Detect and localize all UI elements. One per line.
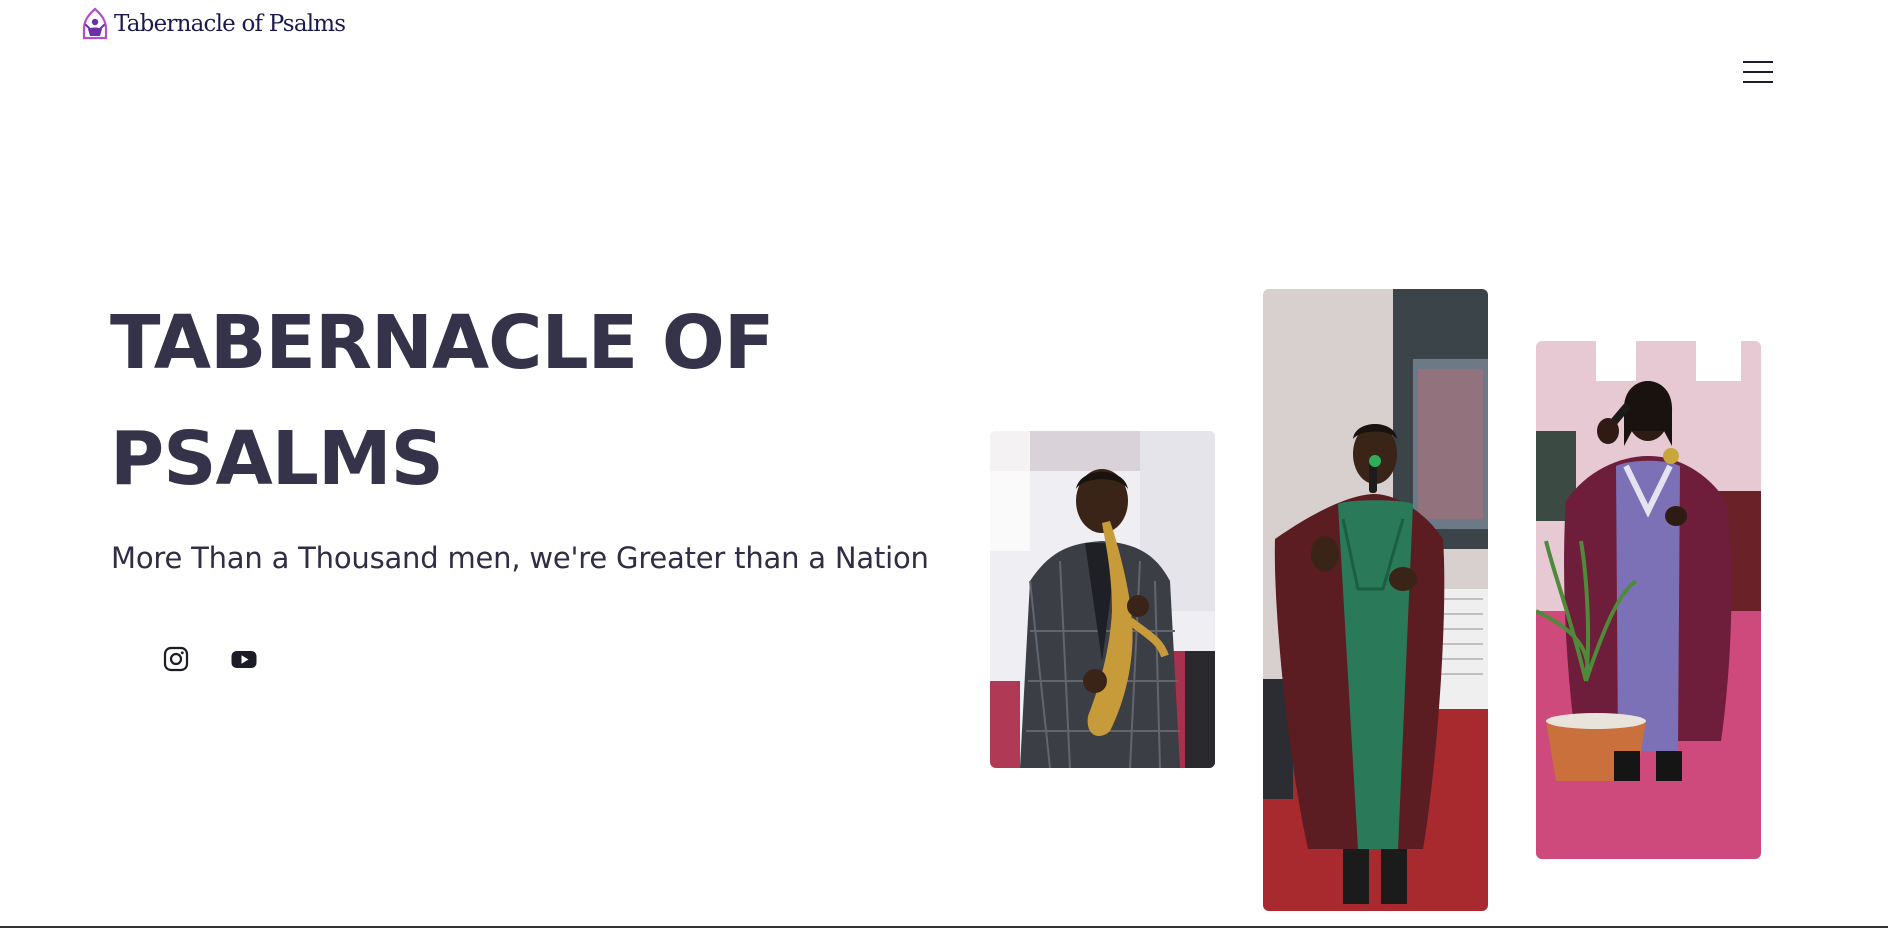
hamburger-menu-icon xyxy=(1743,61,1773,83)
youtube-icon xyxy=(231,651,257,668)
hero-title: TABERNACLE OF PSALMS xyxy=(110,285,930,517)
singer-purple-robe-photo xyxy=(1536,341,1761,859)
instagram-icon xyxy=(163,646,189,672)
hamburger-menu-button[interactable] xyxy=(1740,56,1778,88)
gallery-photo-singer-purple-robe xyxy=(1536,341,1761,859)
hooded-figure-logo-icon xyxy=(82,7,108,40)
singer-green-robe-photo xyxy=(1263,289,1488,911)
hero-title-line-1: TABERNACLE OF xyxy=(110,300,774,386)
site-logo-text: Tabernacle of Psalms xyxy=(114,11,346,37)
saxophonist-photo xyxy=(990,431,1215,768)
gallery-photo-saxophonist xyxy=(990,431,1215,768)
instagram-link[interactable] xyxy=(162,645,190,673)
hero-title-line-2: PSALMS xyxy=(110,416,444,502)
youtube-link[interactable] xyxy=(230,645,258,673)
hero-tagline: More Than a Thousand men, we're Greater … xyxy=(111,541,929,575)
page: Tabernacle of Psalms TABERNACLE OF PSALM… xyxy=(0,0,1888,928)
gallery-photo-singer-green-robe xyxy=(1263,289,1488,911)
social-links xyxy=(162,645,258,673)
site-logo-link[interactable]: Tabernacle of Psalms xyxy=(80,7,346,41)
